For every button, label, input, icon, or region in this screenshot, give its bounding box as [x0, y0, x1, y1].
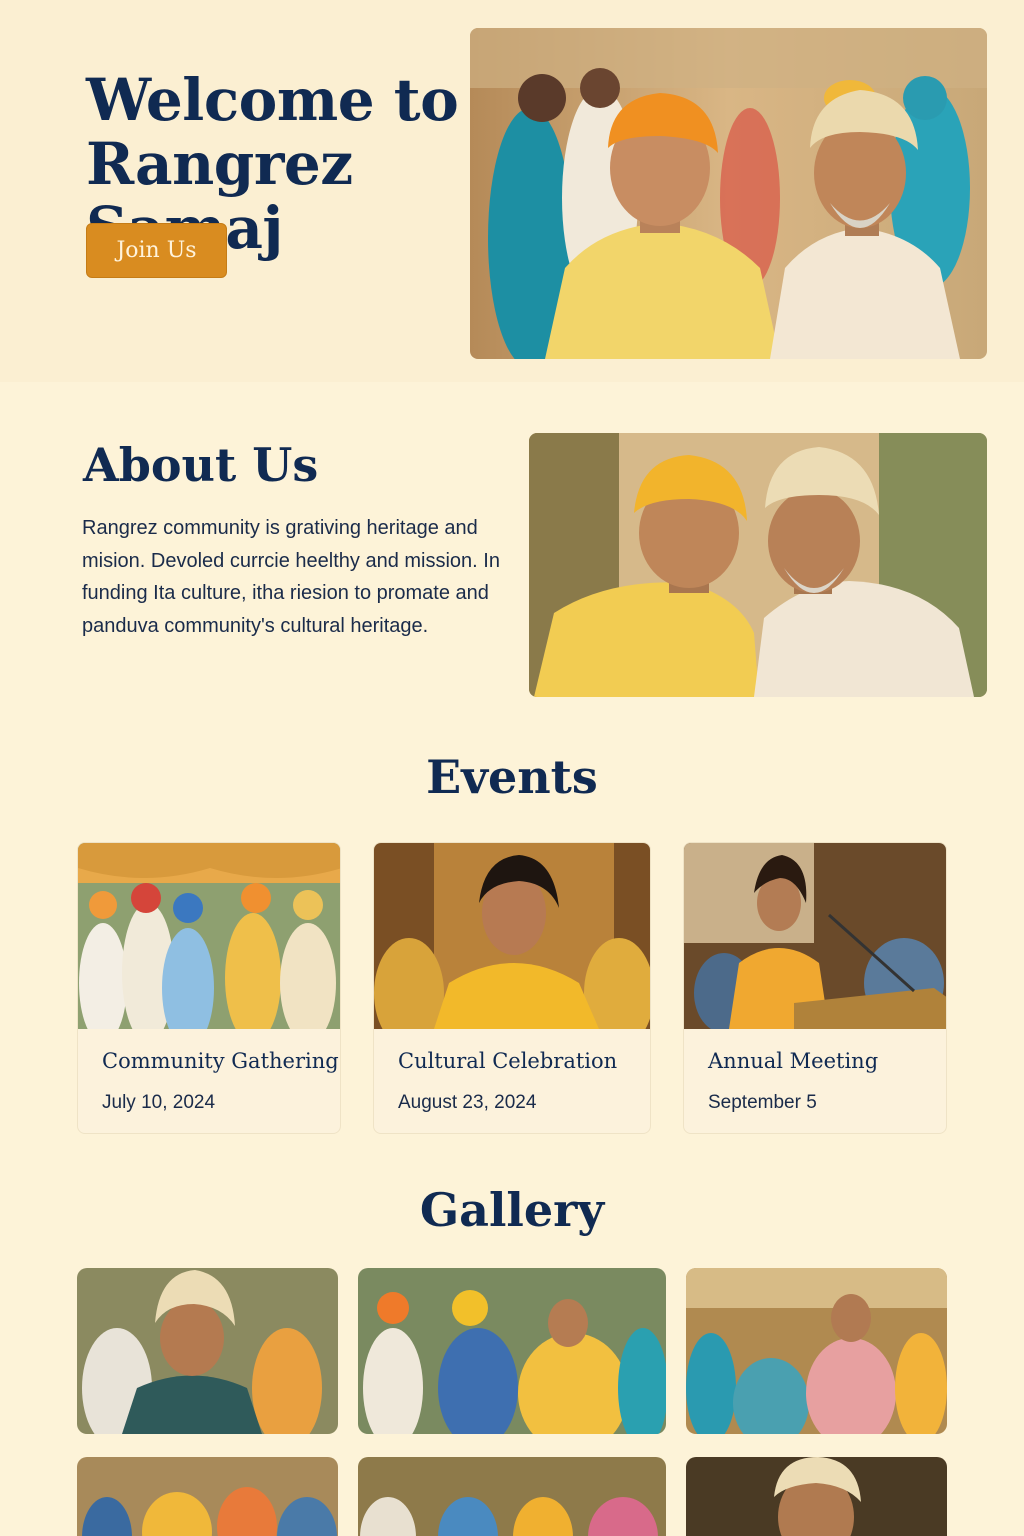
gallery-image[interactable]	[77, 1268, 338, 1434]
event-name: Cultural Celebration	[398, 1049, 618, 1073]
about-photo	[529, 433, 987, 697]
event-card-annual-meeting[interactable]: Annual Meeting September 5	[683, 842, 947, 1134]
event-name: Annual Meeting	[708, 1049, 879, 1073]
events-title: Events	[426, 750, 598, 804]
hero-photo	[470, 28, 987, 359]
event-date: September 5	[708, 1092, 817, 1113]
event-photo	[374, 843, 650, 1048]
about-text: Rangrez community is grativing heritage …	[82, 517, 500, 637]
gallery-image[interactable]	[358, 1457, 666, 1536]
about-photo-image	[529, 433, 987, 697]
event-name: Community Gathering	[102, 1049, 339, 1073]
event-date: July 10, 2024	[102, 1092, 216, 1113]
gallery-image[interactable]	[77, 1457, 338, 1536]
event-photo	[684, 843, 946, 1033]
event-date: August 23, 2024	[398, 1092, 537, 1113]
event-card-community-gathering[interactable]: Community Gathering July 10, 2024	[77, 842, 341, 1134]
hero-section: Welcome to Rangrez Samaj Join Us	[0, 0, 1024, 382]
gallery-title: Gallery	[419, 1183, 605, 1237]
join-us-button[interactable]: Join Us	[86, 223, 227, 278]
event-photo	[78, 843, 340, 1048]
event-card-cultural-celebration[interactable]: Cultural Celebration August 23, 2024	[373, 842, 651, 1134]
gallery-image[interactable]	[358, 1268, 666, 1434]
gallery-image[interactable]	[686, 1268, 947, 1434]
hero-photo-image	[470, 28, 987, 359]
about-title: About Us	[83, 438, 319, 492]
gallery-image[interactable]	[686, 1457, 947, 1536]
